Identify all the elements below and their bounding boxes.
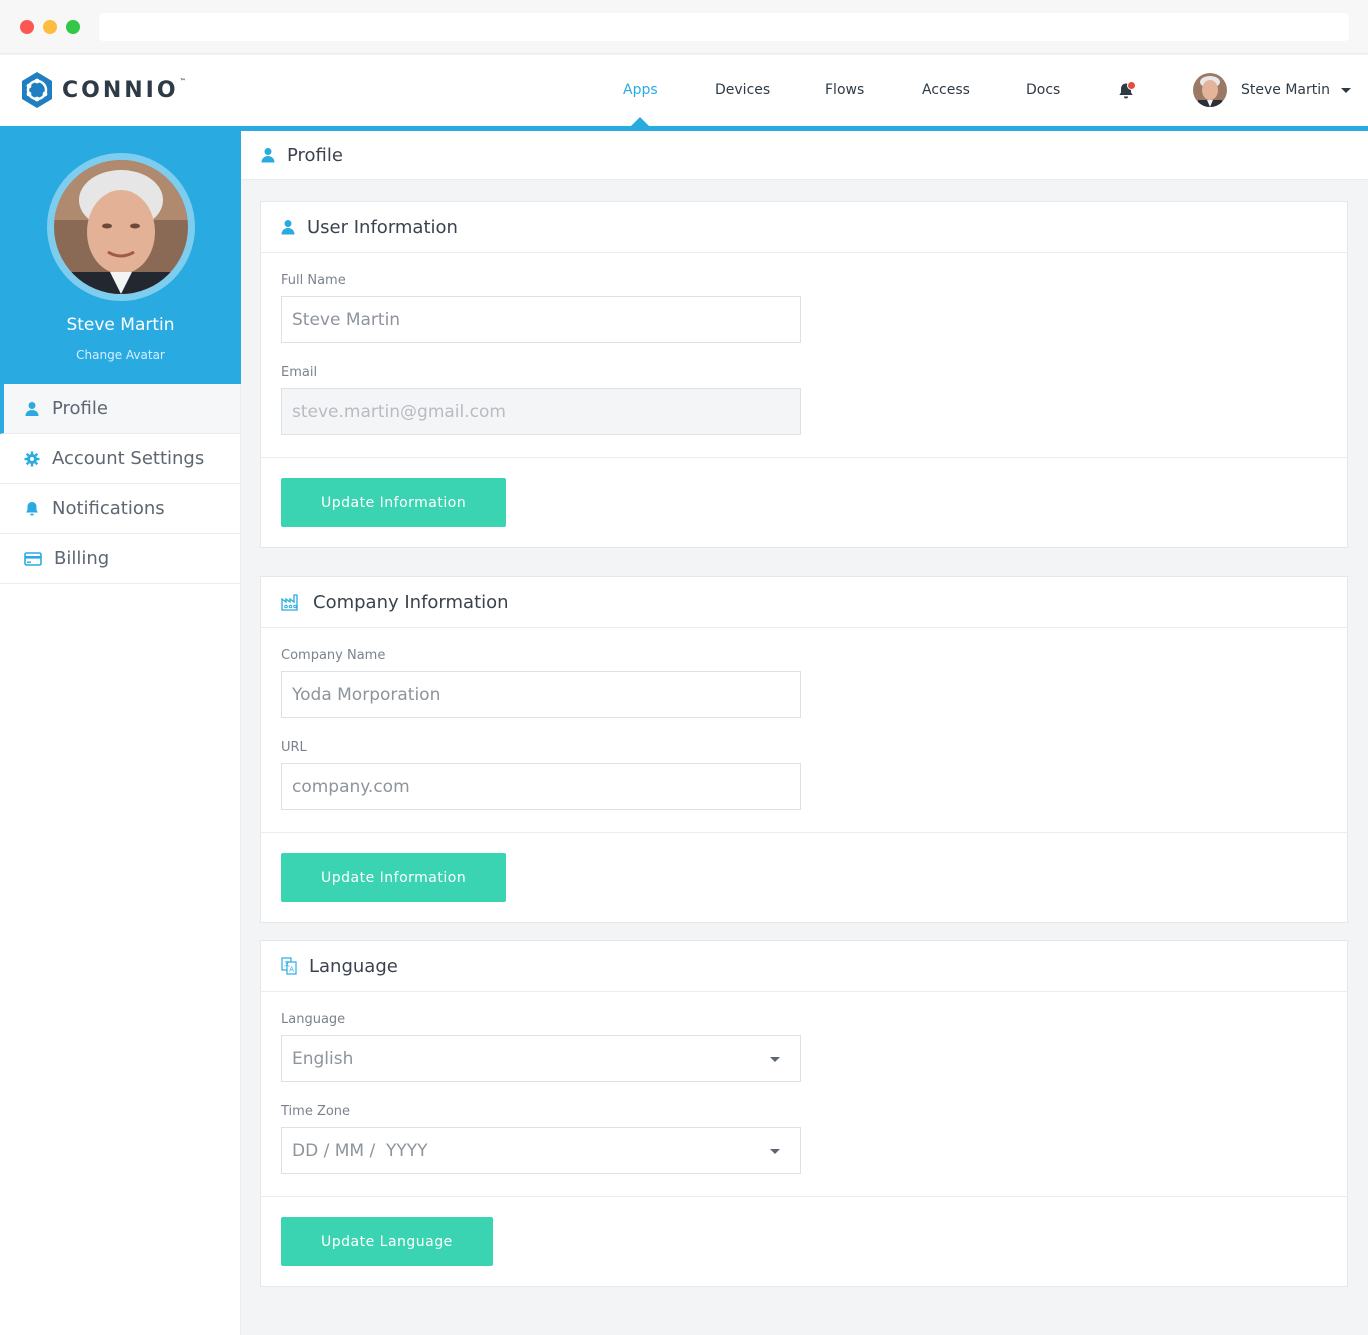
card-header: 文 A Language [261,941,1347,992]
card-title: Company Information [313,591,509,613]
sidebar-item-label: Profile [52,398,108,419]
sidebar-item-label: Billing [54,548,110,569]
nav-docs[interactable]: Docs [1026,82,1060,98]
connio-logo-icon [22,72,52,108]
chevron-down-icon [770,1057,780,1062]
nav-flows[interactable]: Flows [825,82,864,98]
profile-avatar[interactable] [47,153,195,301]
user-information-card: User Information Full Name Steve Martin … [260,201,1348,548]
address-bar[interactable] [99,13,1349,41]
window-maximize-button[interactable] [66,20,80,34]
card-footer: Update Language [261,1197,1347,1286]
company-name-field[interactable]: Yoda Morporation [281,671,801,718]
language-select[interactable]: English [281,1035,801,1082]
browser-chrome [0,0,1368,54]
update-user-information-button[interactable]: Update Information [281,478,507,527]
card-header: User Information [261,202,1347,253]
avatar [1193,73,1227,107]
top-navigation: CONNIO™ Apps Devices Flows Access Docs S… [0,55,1368,126]
url-field[interactable]: company.com [281,763,801,810]
user-icon [281,220,295,235]
logo[interactable]: CONNIO™ [20,71,189,109]
time-zone-label: Time Zone [281,1104,351,1119]
profile-header: Steve Martin Change Avatar [0,131,241,384]
sidebar-item-notifications[interactable]: Notifications [0,484,240,534]
update-company-information-button[interactable]: Update Information [281,853,507,902]
user-icon [25,401,39,416]
language-select-value: English [292,1048,354,1069]
bell-icon [26,501,38,516]
card-header: Company Information [261,577,1347,628]
chevron-down-icon [1341,87,1352,93]
card-title: User Information [307,216,458,238]
card-body: Language English Time Zone DD / MM / YYY… [261,992,1347,1197]
card-title: Language [309,955,398,977]
sidebar-item-billing[interactable]: Billing [0,534,240,584]
card-body: Company Name Yoda Morporation URL compan… [261,628,1347,833]
time-zone-select[interactable]: DD / MM / YYYY [281,1127,801,1174]
active-nav-indicator [631,117,649,126]
credit-card-icon [24,551,42,566]
url-label: URL [281,740,307,755]
company-information-card: Company Information Company Name Yoda Mo… [260,576,1348,923]
profile-photo-icon [54,160,188,294]
time-zone-select-value: DD / MM / YYYY [292,1140,428,1161]
nav-apps[interactable]: Apps [623,82,658,98]
full-name-field[interactable]: Steve Martin [281,296,801,343]
full-name-label: Full Name [281,273,346,288]
translate-icon: 文 A [281,957,297,975]
update-language-button[interactable]: Update Language [281,1217,493,1266]
email-field[interactable]: steve.martin@gmail.com [281,388,801,435]
card-footer: Update Information [261,458,1347,547]
chevron-down-icon [770,1149,780,1154]
change-avatar-link[interactable]: Change Avatar [0,348,241,362]
window-minimize-button[interactable] [43,20,57,34]
card-body: Full Name Steve Martin Email steve.marti… [261,253,1347,458]
sidebar-item-account-settings[interactable]: Account Settings [0,434,240,484]
user-menu[interactable]: Steve Martin [1193,73,1352,107]
page-title: Profile [287,144,343,166]
sidebar: Steve Martin Change Avatar Profile Accou… [0,131,241,1335]
gear-icon [24,451,40,466]
factory-icon [281,594,298,611]
notification-badge [1127,81,1136,90]
sidebar-item-label: Account Settings [52,448,205,469]
user-icon [261,148,275,163]
page-header: Profile [241,131,1368,180]
svg-text:A: A [289,966,294,974]
language-label: Language [281,1012,346,1027]
nav-access[interactable]: Access [922,82,970,98]
sidebar-item-label: Notifications [52,498,165,519]
nav-devices[interactable]: Devices [715,82,770,98]
card-footer: Update Information [261,833,1347,922]
language-card: 文 A Language Language English Time Zone … [260,940,1348,1287]
sidebar-item-profile[interactable]: Profile [0,384,240,434]
sidebar-user-name: Steve Martin [66,315,175,335]
user-photo-icon [1193,73,1227,107]
logo-text: CONNIO™ [62,77,189,103]
window-close-button[interactable] [20,20,34,34]
company-name-label: Company Name [281,648,386,663]
user-name: Steve Martin [1241,82,1331,98]
email-label: Email [281,365,318,380]
